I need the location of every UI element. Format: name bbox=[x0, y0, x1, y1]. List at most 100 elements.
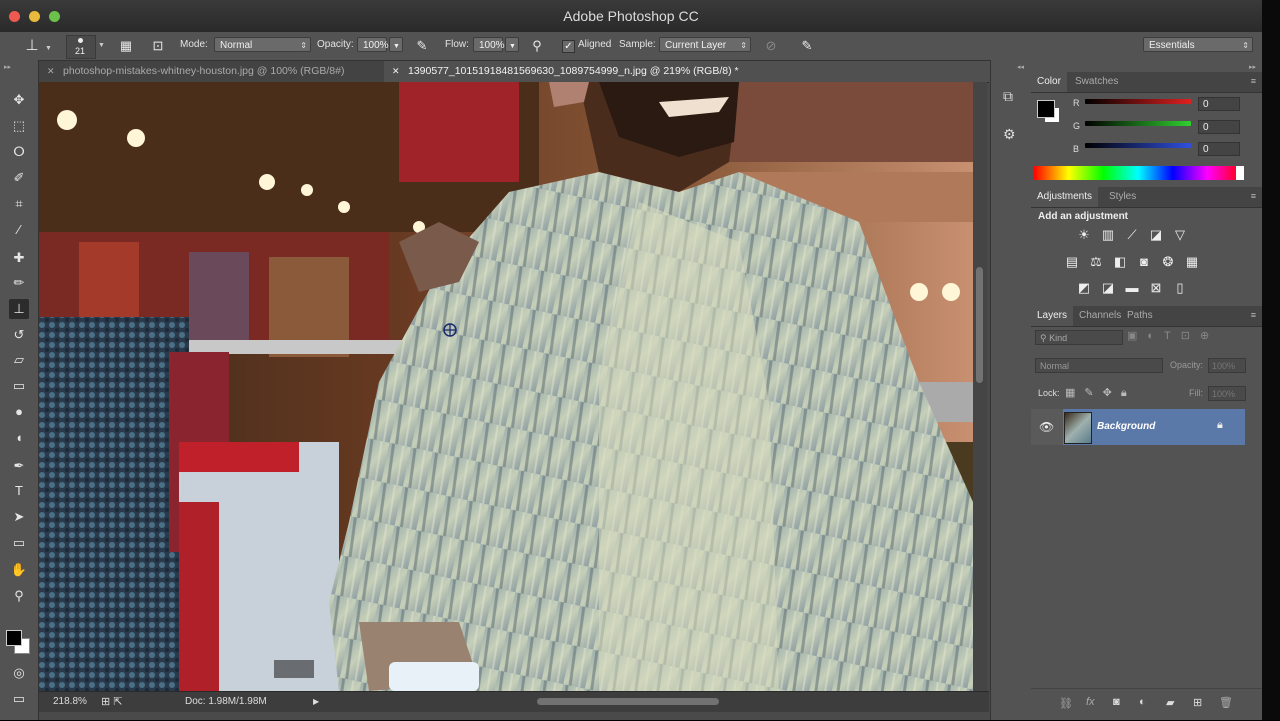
new-group-icon[interactable]: ▰ bbox=[1166, 696, 1174, 709]
color-lookup-icon[interactable]: ▦ bbox=[1184, 254, 1200, 270]
lasso-icon[interactable]: ⵔ bbox=[9, 142, 29, 162]
brush-panel-icon[interactable]: ▦ bbox=[116, 36, 136, 56]
document-canvas[interactable] bbox=[39, 82, 973, 691]
posterize-icon[interactable]: ◪ bbox=[1100, 280, 1116, 296]
color-balance-icon[interactable]: ⚖ bbox=[1088, 254, 1104, 270]
tab-document-2[interactable]: ✕ 1390577_10151918481569630_1089754999_n.… bbox=[384, 61, 1013, 82]
flow-field[interactable]: 100% bbox=[473, 37, 505, 52]
layer-fill-field[interactable]: 100% bbox=[1208, 386, 1246, 401]
layer-filter-icons[interactable]: ▣◐T⊡⊕ bbox=[1127, 329, 1219, 342]
link-layers-icon[interactable]: ⛓︎ bbox=[1059, 697, 1073, 710]
pressure-opacity-icon[interactable]: ✎ bbox=[412, 36, 432, 56]
g-slider[interactable] bbox=[1085, 121, 1191, 126]
tab-swatches[interactable]: Swatches bbox=[1069, 72, 1124, 92]
eyedropper-icon[interactable]: ⁄ bbox=[9, 220, 29, 240]
hand-icon[interactable]: ✋ bbox=[9, 560, 29, 580]
threshold-icon[interactable]: ▬ bbox=[1124, 280, 1140, 296]
b-value[interactable]: 0 bbox=[1198, 142, 1240, 156]
gradient-map-icon[interactable]: ▯ bbox=[1172, 280, 1188, 296]
path-select-icon[interactable]: ➤ bbox=[9, 507, 29, 527]
exposure-icon[interactable]: ◪ bbox=[1148, 227, 1164, 243]
status-export-icon[interactable]: ⊞ ⇱ bbox=[101, 695, 123, 708]
levels-icon[interactable]: ▥ bbox=[1100, 227, 1116, 243]
sample-select[interactable]: Current Layer ⇕ bbox=[659, 37, 751, 52]
vibrance-icon[interactable]: ▽ bbox=[1172, 227, 1188, 243]
black-white-icon[interactable]: ◧ bbox=[1112, 254, 1128, 270]
curves-icon[interactable]: ⟋ bbox=[1124, 227, 1140, 243]
clone-source-panel-icon[interactable]: ⊡ bbox=[148, 36, 168, 56]
delete-layer-icon[interactable]: 🗑︎ bbox=[1219, 696, 1233, 709]
clone-stamp-tool-preset-icon[interactable]: ⊥ bbox=[22, 36, 42, 56]
lock-icons[interactable]: ▦✎✥🔒︎ bbox=[1065, 386, 1136, 400]
zoom-icon[interactable]: ⚲ bbox=[9, 586, 29, 606]
r-slider[interactable] bbox=[1085, 99, 1191, 104]
vertical-scrollbar[interactable] bbox=[973, 82, 987, 691]
eye-visibility-icon[interactable]: 👁︎ bbox=[1039, 420, 1054, 434]
type-icon[interactable]: T bbox=[9, 481, 29, 501]
panel-menu-icon[interactable]: ≡ bbox=[1251, 191, 1256, 201]
selective-color-icon[interactable]: ⊠ bbox=[1148, 280, 1164, 296]
hue-saturation-icon[interactable]: ▤ bbox=[1064, 254, 1080, 270]
layer-filter-select[interactable]: ⚲ Kind bbox=[1035, 330, 1123, 345]
layer-opacity-field[interactable]: 100% bbox=[1208, 358, 1246, 373]
new-layer-icon[interactable]: ⊞ bbox=[1193, 696, 1202, 709]
quick-mask-icon[interactable]: ◎ bbox=[9, 663, 29, 683]
tab-adjustments[interactable]: Adjustments bbox=[1031, 187, 1099, 207]
invert-icon[interactable]: ◩ bbox=[1076, 280, 1092, 296]
new-adjustment-icon[interactable]: ◐ bbox=[1139, 696, 1146, 708]
channel-mixer-icon[interactable]: ❂ bbox=[1160, 254, 1176, 270]
tab-paths[interactable]: Paths bbox=[1121, 306, 1159, 326]
vertical-scroll-thumb[interactable] bbox=[976, 267, 983, 383]
panel-menu-icon[interactable]: ≡ bbox=[1251, 310, 1256, 320]
status-menu-arrow-icon[interactable]: ▶ bbox=[313, 697, 319, 706]
healing-icon[interactable]: ✚ bbox=[9, 248, 29, 268]
eraser-icon[interactable]: ▱ bbox=[9, 350, 29, 370]
shape-icon[interactable]: ▭ bbox=[9, 533, 29, 553]
g-value[interactable]: 0 bbox=[1198, 120, 1240, 134]
dodge-icon[interactable]: ◖ bbox=[9, 428, 29, 448]
clone-stamp-icon[interactable]: ⊥ bbox=[9, 299, 29, 319]
chevron-down-icon[interactable]: ▼ bbox=[45, 45, 52, 52]
tab-color[interactable]: Color bbox=[1031, 72, 1067, 92]
b-slider[interactable] bbox=[1085, 143, 1191, 148]
tab-channels[interactable]: Channels bbox=[1073, 306, 1127, 326]
screen-mode-icon[interactable]: ▭ bbox=[9, 689, 29, 709]
collapse-icon[interactable]: ▸▸ bbox=[4, 63, 11, 71]
opacity-field[interactable]: 100% bbox=[357, 37, 389, 52]
pressure-size-icon[interactable]: ✎ bbox=[797, 36, 817, 56]
layer-style-icon[interactable]: fx bbox=[1086, 696, 1095, 708]
blend-mode-select[interactable]: Normal bbox=[1035, 358, 1163, 373]
history-brush-icon[interactable]: ↺ bbox=[9, 325, 29, 345]
opacity-dropdown[interactable]: ▼ bbox=[389, 37, 403, 52]
marquee-icon[interactable]: ⬚ bbox=[9, 116, 29, 136]
brush-picker[interactable]: 21 bbox=[66, 35, 96, 59]
panel-menu-icon[interactable]: ≡ bbox=[1251, 76, 1256, 86]
tab-styles[interactable]: Styles bbox=[1103, 187, 1142, 207]
brightness-contrast-icon[interactable]: ☀ bbox=[1076, 227, 1092, 243]
airbrush-icon[interactable]: ⚲ bbox=[527, 36, 547, 56]
tab-document-1[interactable]: ✕ photoshop-mistakes-whitney-houston.jpg … bbox=[39, 61, 393, 82]
photo-filter-icon[interactable]: ◙ bbox=[1136, 254, 1152, 270]
workspace-select[interactable]: Essentials ⇕ bbox=[1143, 37, 1253, 52]
blur-icon[interactable]: ● bbox=[9, 402, 29, 422]
ignore-adjustment-layers-icon[interactable]: ⊘ bbox=[761, 36, 781, 56]
flow-dropdown[interactable]: ▼ bbox=[505, 37, 519, 52]
tab-layers[interactable]: Layers bbox=[1031, 306, 1074, 326]
horizontal-scroll-thumb[interactable] bbox=[537, 698, 719, 705]
aligned-checkbox[interactable]: ✓ bbox=[562, 40, 575, 53]
chevron-down-icon[interactable]: ▼ bbox=[98, 42, 105, 49]
close-tab-icon[interactable]: ✕ bbox=[47, 61, 55, 82]
pen-icon[interactable]: ✒ bbox=[9, 456, 29, 476]
zoom-level[interactable]: 218.8% bbox=[53, 696, 87, 707]
move-icon[interactable]: ✥ bbox=[9, 90, 29, 110]
r-value[interactable]: 0 bbox=[1198, 97, 1240, 111]
close-tab-icon[interactable]: ✕ bbox=[392, 61, 400, 82]
color-spectrum-bar[interactable] bbox=[1034, 166, 1242, 180]
expand-icon[interactable]: ▸▸ bbox=[1249, 63, 1256, 71]
mode-select[interactable]: Normal ⇕ bbox=[214, 37, 311, 52]
properties-panel-icon[interactable]: ⚙ bbox=[1003, 126, 1016, 143]
crop-icon[interactable]: ⌗ bbox=[9, 194, 29, 214]
history-panel-icon[interactable]: ⧉ bbox=[1003, 88, 1013, 105]
gradient-icon[interactable]: ▭ bbox=[9, 376, 29, 396]
layer-row-background[interactable]: 👁︎ Background 🔒︎ bbox=[1031, 409, 1245, 445]
